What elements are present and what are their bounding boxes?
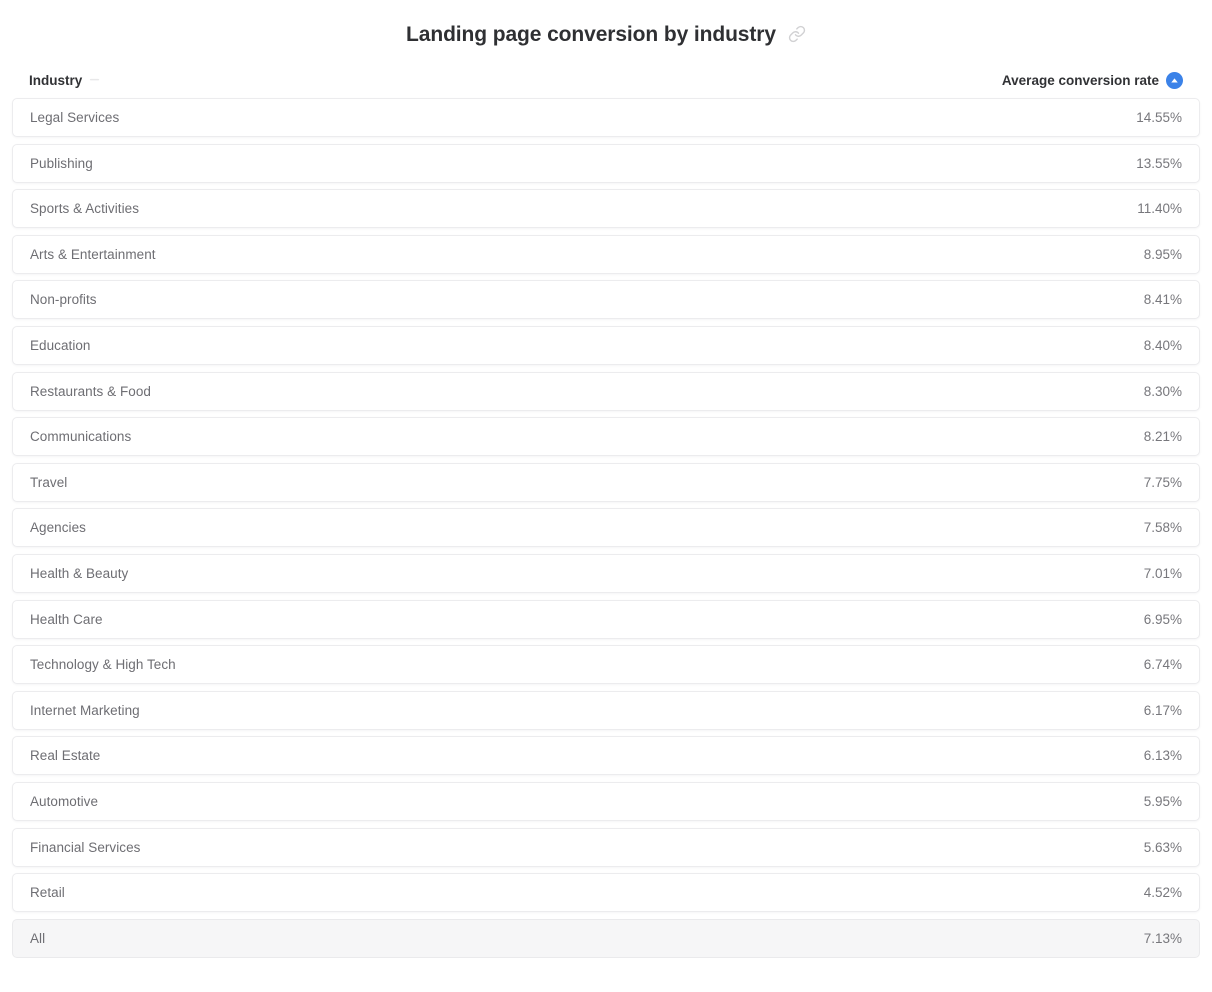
table-row[interactable]: Education 8.40% xyxy=(12,325,1200,365)
cell-industry: Non-profits xyxy=(30,292,97,308)
cell-conversion-rate: 4.52% xyxy=(1143,885,1182,901)
table-row[interactable]: Sports & Activities 11.40% xyxy=(12,189,1200,229)
column-header-conversion-rate[interactable]: Average conversion rate xyxy=(1001,71,1183,89)
cell-conversion-rate: 5.63% xyxy=(1143,839,1182,855)
page-root: Landing page conversion by industry Indu… xyxy=(0,0,1212,992)
page-title: Landing page conversion by industry xyxy=(406,22,776,46)
cell-industry: Agencies xyxy=(30,520,86,536)
table-row[interactable]: Travel 7.75% xyxy=(12,462,1200,502)
cell-conversion-rate: 8.21% xyxy=(1143,429,1182,445)
cell-conversion-rate: 8.40% xyxy=(1143,337,1182,353)
cell-conversion-rate: 8.41% xyxy=(1143,292,1182,308)
cell-industry: Automotive xyxy=(30,793,99,809)
table-row[interactable]: Health Care 6.95% xyxy=(12,599,1200,639)
cell-conversion-rate: 6.13% xyxy=(1143,748,1182,764)
table-row[interactable]: Technology & High Tech 6.74% xyxy=(12,645,1200,685)
table-row[interactable]: Health & Beauty 7.01% xyxy=(12,553,1200,593)
table-row[interactable]: Legal Services 14.55% xyxy=(12,98,1200,137)
cell-industry: Arts & Entertainment xyxy=(30,246,156,262)
table-row[interactable]: Restaurants & Food 8.30% xyxy=(12,371,1200,411)
chart-title-bar: Landing page conversion by industry xyxy=(0,0,1212,62)
table-row[interactable]: Internet Marketing 6.17% xyxy=(12,690,1200,730)
cell-industry: Legal Services xyxy=(30,110,120,125)
link-chain-icon[interactable] xyxy=(788,25,806,43)
cell-conversion-rate: 8.30% xyxy=(1143,383,1182,399)
cell-industry: Real Estate xyxy=(30,748,101,764)
cell-industry: Communications xyxy=(30,429,132,445)
column-header-industry-label: Industry xyxy=(29,72,83,88)
column-header-industry[interactable]: Industry xyxy=(29,73,100,88)
cell-industry: Education xyxy=(30,337,91,353)
cell-industry: Health & Beauty xyxy=(30,565,129,581)
column-header-conversion-rate-label: Average conversion rate xyxy=(1001,72,1159,88)
cell-industry: Internet Marketing xyxy=(30,702,140,718)
cell-conversion-rate: 5.95% xyxy=(1143,793,1182,809)
table-row[interactable]: Communications 8.21% xyxy=(12,417,1200,457)
cell-conversion-rate: 6.95% xyxy=(1143,611,1182,627)
conversion-table: Industry Average conversion rate Legal S… xyxy=(0,62,1212,958)
cell-industry: Travel xyxy=(30,474,68,490)
table-body: Legal Services 14.55% Publishing 13.55% Spor… xyxy=(12,98,1200,958)
table-row-total[interactable]: All 7.13% xyxy=(12,918,1200,958)
cell-conversion-rate: 8.95% xyxy=(1143,246,1182,262)
table-row[interactable]: Arts & Entertainment 8.95% xyxy=(12,234,1200,274)
table-row[interactable]: Financial Services 5.63% xyxy=(12,827,1200,867)
table-row[interactable]: Publishing 13.55% xyxy=(12,143,1200,183)
cell-industry: Health Care xyxy=(30,611,103,627)
table-row[interactable]: Retail 4.52% xyxy=(12,873,1200,913)
cell-conversion-rate: 6.17% xyxy=(1143,702,1182,718)
cell-conversion-rate: 7.01% xyxy=(1143,565,1182,581)
cell-industry: Restaurants & Food xyxy=(30,383,151,399)
sort-inactive-icon[interactable] xyxy=(89,75,100,86)
caret-up-icon[interactable] xyxy=(1166,71,1183,89)
cell-industry: Financial Services xyxy=(30,839,141,855)
table-row[interactable]: Agencies 7.58% xyxy=(12,508,1200,548)
cell-conversion-rate: 14.55% xyxy=(1136,110,1182,125)
cell-conversion-rate: 7.75% xyxy=(1143,474,1182,490)
cell-conversion-rate: 6.74% xyxy=(1143,657,1182,673)
cell-conversion-rate: 13.55% xyxy=(1136,155,1182,171)
cell-industry: All xyxy=(30,930,46,946)
table-row[interactable]: Automotive 5.95% xyxy=(12,781,1200,821)
cell-conversion-rate: 7.13% xyxy=(1143,930,1182,946)
cell-conversion-rate: 7.58% xyxy=(1143,520,1182,536)
table-row[interactable]: Non-profits 8.41% xyxy=(12,280,1200,320)
cell-industry: Retail xyxy=(30,885,65,901)
cell-conversion-rate: 11.40% xyxy=(1137,201,1182,217)
cell-industry: Publishing xyxy=(30,155,93,171)
table-row[interactable]: Real Estate 6.13% xyxy=(12,736,1200,776)
table-header-row: Industry Average conversion rate xyxy=(12,62,1200,98)
cell-industry: Sports & Activities xyxy=(30,201,139,217)
cell-industry: Technology & High Tech xyxy=(30,657,176,673)
